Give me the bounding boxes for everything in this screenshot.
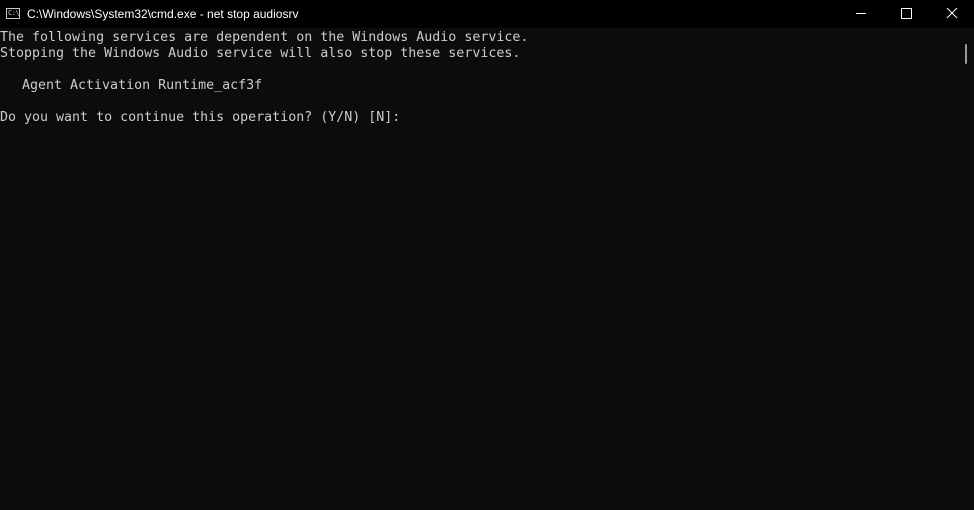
vertical-scrollbar[interactable] (958, 28, 974, 510)
dependent-service-name: Agent Activation Runtime_acf3f (22, 78, 263, 93)
console-output[interactable]: The following services are dependent on … (0, 28, 958, 510)
maximize-icon (901, 8, 912, 19)
minimize-icon (856, 13, 866, 14)
scrollbar-thumb[interactable] (965, 44, 967, 64)
console-line: Stopping the Windows Audio service will … (0, 46, 521, 61)
cmd-app-icon-glyph: C:\ (8, 9, 20, 17)
close-icon (946, 7, 958, 19)
confirmation-prompt[interactable]: Do you want to continue this operation? … (0, 110, 400, 126)
close-button[interactable] (929, 0, 974, 28)
minimize-button[interactable] (838, 0, 884, 28)
window-title: C:\Windows\System32\cmd.exe - net stop a… (27, 7, 299, 21)
console-line: The following services are dependent on … (0, 30, 529, 45)
cmd-app-icon[interactable]: C:\ (6, 8, 20, 19)
title-bar[interactable]: C:\ C:\Windows\System32\cmd.exe - net st… (0, 0, 974, 28)
console-window: C:\ C:\Windows\System32\cmd.exe - net st… (0, 0, 974, 510)
maximize-button[interactable] (883, 0, 929, 28)
